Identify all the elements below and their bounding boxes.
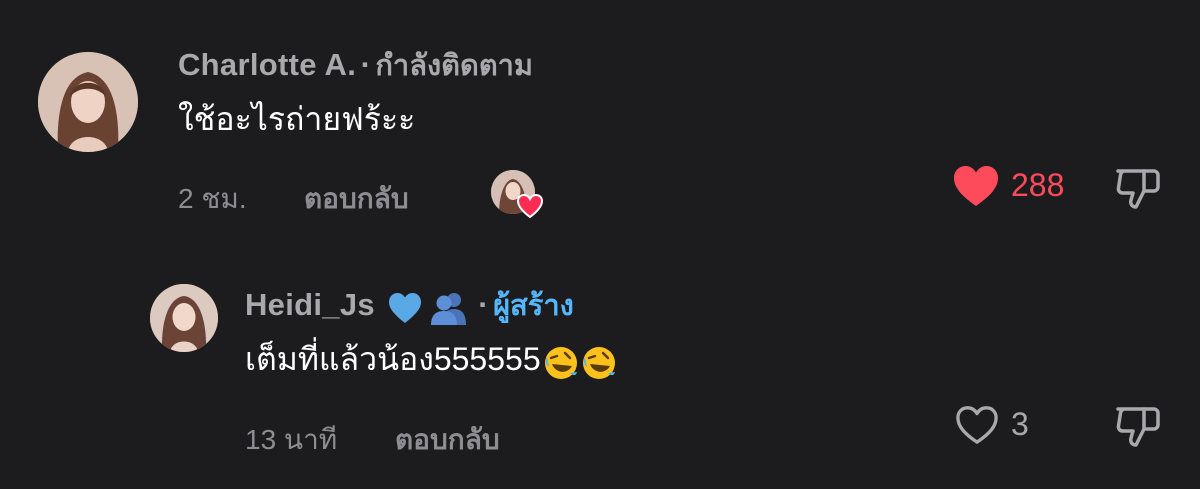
reply-time: 13 นาที <box>245 424 338 455</box>
like-count: 3 <box>1011 406 1029 442</box>
rolling-on-floor-laughing-icon <box>543 345 579 386</box>
comment-header-1: Charlotte A. · กำลังติดตาม <box>178 42 533 82</box>
separator: · <box>478 287 489 322</box>
dislike-icon[interactable] <box>1114 401 1162 449</box>
username[interactable]: Charlotte A. <box>178 47 356 82</box>
following-label: กำลังติดตาม <box>375 50 534 82</box>
reply-button[interactable]: ตอบกลับ <box>304 177 409 221</box>
comment-text: ใช้อะไรถ่ายฟร้ะะ <box>178 101 416 137</box>
blue-heart-icon <box>387 291 423 330</box>
reply-text: เต็มที่แล้วน้อง555555 <box>245 341 541 377</box>
creator-label: ผู้สร้าง <box>493 290 574 322</box>
reply-button[interactable]: ตอบกลับ <box>395 418 500 462</box>
dislike-icon[interactable] <box>1114 163 1162 211</box>
heart-filled-icon[interactable] <box>952 164 1000 208</box>
avatar-heidi[interactable] <box>150 284 218 352</box>
busts-in-silhouette-icon <box>430 291 468 330</box>
username[interactable]: Heidi_Js <box>245 287 375 322</box>
comment-time: 2 ชม. <box>178 183 247 214</box>
reply-text-row: เต็มที่แล้วน้อง555555 <box>245 334 617 386</box>
creator-heart-icon <box>516 193 544 219</box>
separator: · <box>360 47 371 82</box>
comment-header-2: Heidi_Js · ผู้สร้าง <box>245 282 574 326</box>
like-count: 288 <box>1011 167 1065 203</box>
avatar-charlotte[interactable] <box>38 52 138 152</box>
rolling-on-floor-laughing-icon <box>581 345 617 386</box>
heart-outline-icon[interactable] <box>954 404 1000 446</box>
